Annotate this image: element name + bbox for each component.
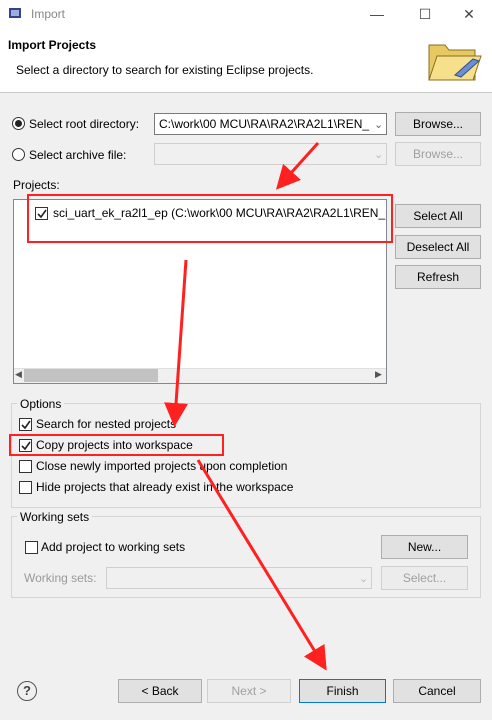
annotation-arrows [164, 141, 327, 671]
annotation-arrow-to-finish [196, 459, 327, 671]
annotation-arrow-to-options [164, 259, 189, 427]
annotation-arrow-to-project [275, 141, 320, 190]
